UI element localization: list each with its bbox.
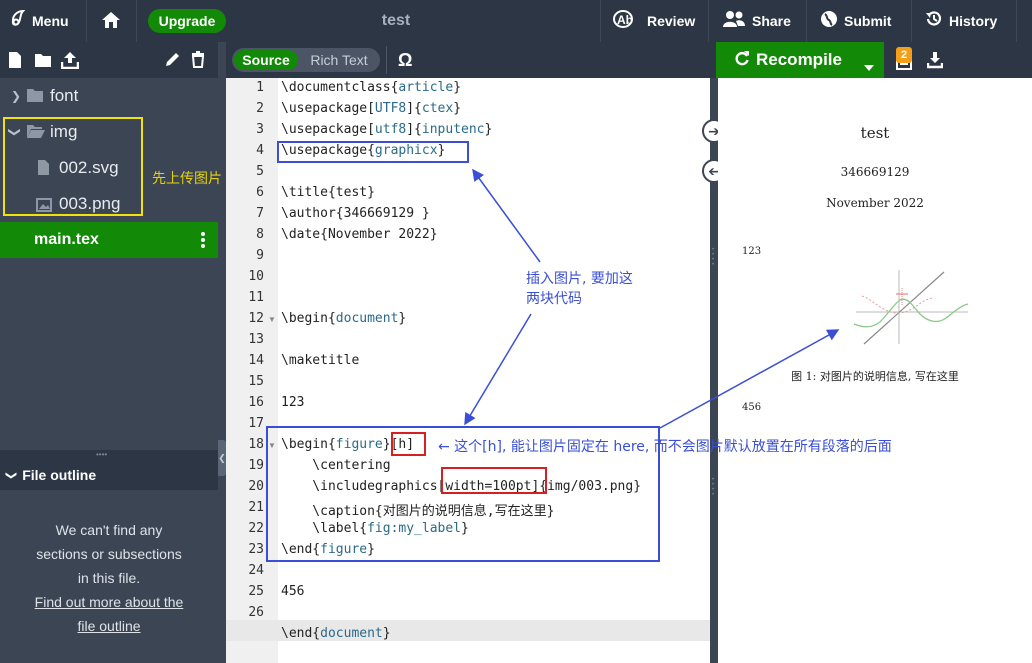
- annotation-arrows: [464, 168, 840, 429]
